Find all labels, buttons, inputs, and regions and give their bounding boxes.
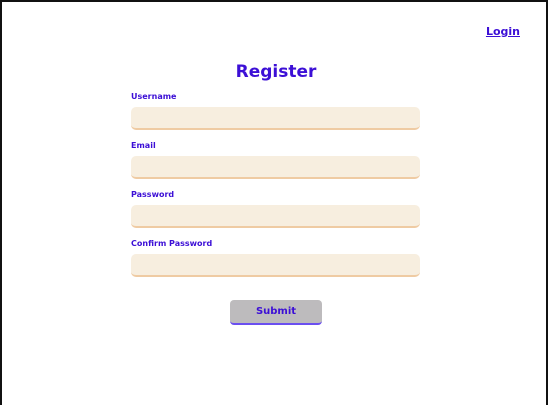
username-field[interactable] [131, 107, 420, 130]
confirm-password-label: Confirm Password [131, 239, 213, 248]
email-label: Email [131, 141, 156, 150]
register-page: Login Register Username Email Password C… [0, 0, 548, 405]
username-label: Username [131, 92, 177, 101]
password-field[interactable] [131, 205, 420, 228]
confirm-password-field[interactable] [131, 254, 420, 277]
password-label: Password [131, 190, 175, 199]
email-field[interactable] [131, 156, 420, 179]
page-title: Register [235, 62, 317, 82]
login-link[interactable]: Login [486, 25, 520, 38]
submit-button[interactable]: Submit [230, 300, 322, 325]
